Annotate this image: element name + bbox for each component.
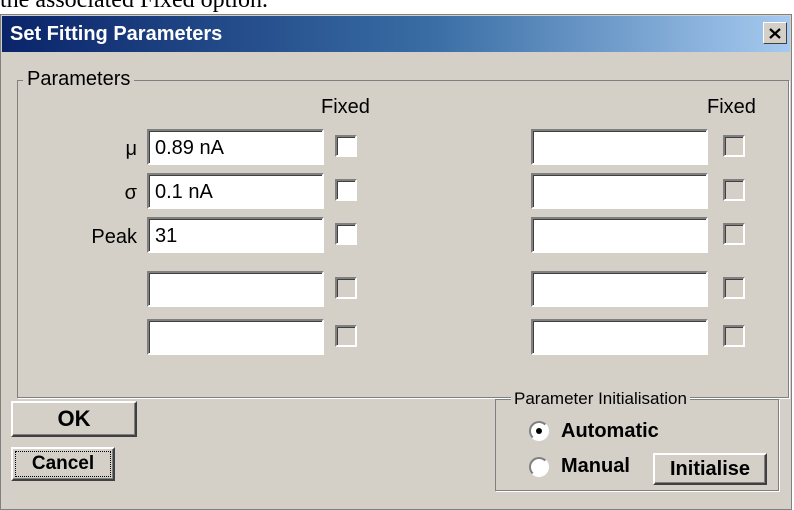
- param-value-right-4[interactable]: [531, 271, 708, 307]
- close-icon: [769, 27, 781, 39]
- parameters-group-label: Parameters: [23, 68, 135, 90]
- radio-automatic-label: Automatic: [561, 420, 659, 442]
- parameter-initialisation-label: Parameter Initialisation: [511, 388, 690, 410]
- radio-selected-dot: [536, 428, 542, 434]
- set-fitting-parameters-dialog: Set Fitting Parameters Parameters Fixed …: [0, 14, 792, 510]
- param-label-peak: Peak: [91, 226, 137, 248]
- param-value-right-1[interactable]: [531, 129, 708, 165]
- document-caption-text: the associated Fixed option.: [0, 0, 268, 13]
- close-button[interactable]: [763, 22, 787, 44]
- param-value-right-5[interactable]: [531, 319, 708, 355]
- fixed-checkbox-peak[interactable]: [335, 223, 357, 245]
- fixed-header-left: Fixed: [321, 96, 370, 118]
- param-value-right-2[interactable]: [531, 173, 708, 209]
- cancel-button[interactable]: Cancel: [11, 447, 115, 481]
- radio-manual-label: Manual: [561, 455, 630, 477]
- param-value-right-3[interactable]: [531, 217, 708, 253]
- fixed-header-right: Fixed: [707, 96, 756, 118]
- fixed-checkbox-right-3[interactable]: [723, 223, 745, 245]
- fixed-checkbox-right-5[interactable]: [723, 325, 745, 347]
- fixed-checkbox-right-1[interactable]: [723, 135, 745, 157]
- param-label-mu: μ: [125, 138, 137, 160]
- title-bar[interactable]: Set Fitting Parameters: [2, 16, 790, 52]
- fixed-checkbox-right-4[interactable]: [723, 277, 745, 299]
- ok-button[interactable]: OK: [11, 401, 137, 437]
- initialise-button[interactable]: Initialise: [653, 453, 767, 485]
- param-value-5[interactable]: [147, 319, 324, 355]
- param-value-sigma[interactable]: 0.1 nA: [147, 173, 324, 209]
- radio-automatic[interactable]: [529, 421, 549, 441]
- fixed-checkbox-sigma[interactable]: [335, 179, 357, 201]
- fixed-checkbox-mu[interactable]: [335, 135, 357, 157]
- param-value-peak[interactable]: 31: [147, 217, 324, 253]
- param-value-4[interactable]: [147, 271, 324, 307]
- param-label-sigma: σ: [124, 182, 137, 204]
- radio-manual[interactable]: [529, 457, 549, 477]
- document-caption: the associated Fixed option.: [0, 0, 794, 14]
- fixed-checkbox-4[interactable]: [335, 277, 357, 299]
- dialog-title: Set Fitting Parameters: [10, 23, 223, 45]
- fixed-checkbox-right-2[interactable]: [723, 179, 745, 201]
- param-value-mu[interactable]: 0.89 nA: [147, 129, 324, 165]
- fixed-checkbox-5[interactable]: [335, 325, 357, 347]
